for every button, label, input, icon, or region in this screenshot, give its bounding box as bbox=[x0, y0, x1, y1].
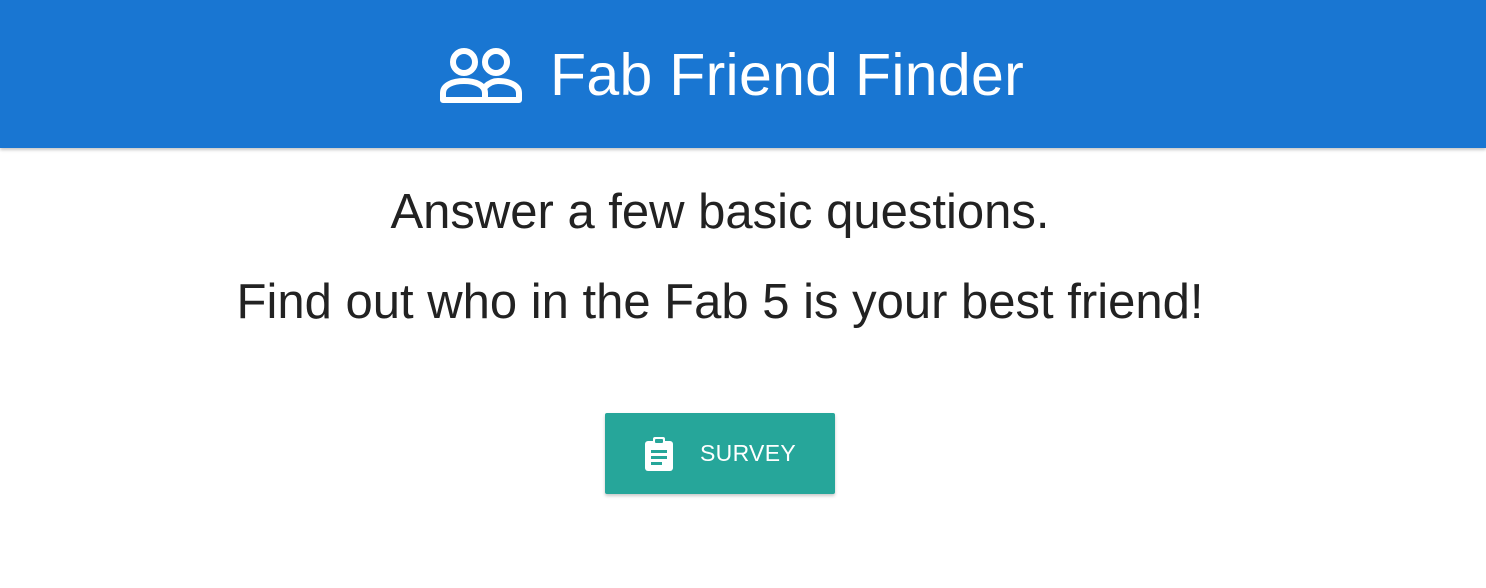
survey-button[interactable]: SURVEY bbox=[605, 413, 835, 494]
clipboard-icon bbox=[645, 436, 674, 471]
brand-link[interactable]: Fab Friend Finder bbox=[438, 40, 1024, 110]
app-title: Fab Friend Finder bbox=[550, 42, 1025, 108]
survey-button-label: SURVEY bbox=[700, 440, 796, 466]
intro-line-1: Answer a few basic questions. bbox=[390, 185, 1050, 239]
navbar: Fab Friend Finder bbox=[0, 0, 1486, 148]
intro-line-2: Find out who in the Fab 5 is your best f… bbox=[236, 275, 1204, 329]
people-outline-icon bbox=[440, 48, 522, 103]
